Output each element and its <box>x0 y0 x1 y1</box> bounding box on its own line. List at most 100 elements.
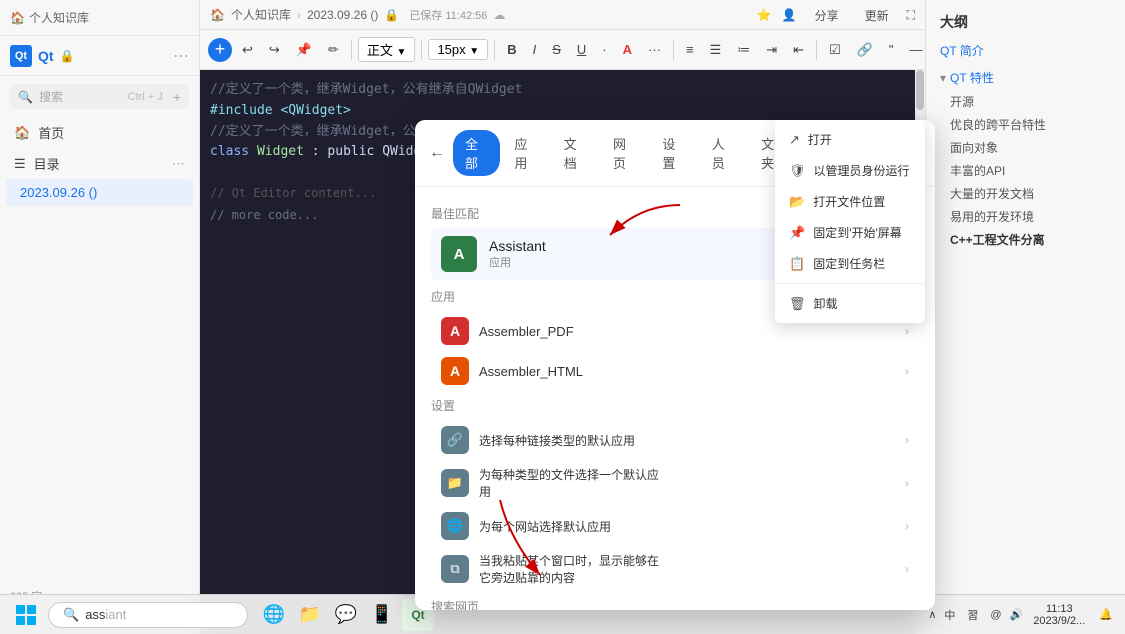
update-btn[interactable]: 更新 <box>857 5 897 26</box>
outline-docs[interactable]: 大量的开发文档 <box>926 182 1125 205</box>
settings-web-icon: 🌐 <box>441 512 469 540</box>
tab-docs[interactable]: 文档 <box>552 130 599 176</box>
home-icon: 🏠 <box>14 125 30 141</box>
taskbar-edge-icon[interactable]: 🌐 <box>258 599 290 631</box>
pin-taskbar-icon: 📋 <box>789 256 805 272</box>
taskbar-explorer-icon[interactable]: 📁 <box>294 599 326 631</box>
tab-people[interactable]: 人员 <box>700 130 747 176</box>
outdent-btn[interactable]: ⇤ <box>787 40 810 60</box>
list2-btn[interactable]: ≔ <box>731 40 756 60</box>
sys-tray-volume[interactable]: 🔊 <box>1010 608 1024 621</box>
taskbar-icons: 🌐 📁 💬 📱 Qt <box>258 599 434 631</box>
context-pin-start[interactable]: 📌 固定到'开始'屏幕 <box>775 217 925 248</box>
context-pin-start-label: 固定到'开始'屏幕 <box>813 224 902 241</box>
context-pin-taskbar-label: 固定到任务栏 <box>813 255 885 272</box>
code-line-1: //定义了一个类，继承Widget，公有继承自QWidget <box>210 80 915 101</box>
start-button[interactable] <box>8 599 44 631</box>
redo-btn[interactable]: ↪ <box>263 40 286 60</box>
context-open[interactable]: ↗ 打开 <box>775 124 925 155</box>
settings-default-apps-links[interactable]: 🔗 选择每种链接类型的默认应用 › <box>431 420 919 460</box>
fontsize-btn[interactable]: 15px ▼ <box>428 39 488 60</box>
scroll-thumb[interactable] <box>916 70 924 110</box>
strike-btn[interactable]: S <box>546 40 567 59</box>
settings-default-apps-files[interactable]: 📁 为每种类型的文件选择一个默认应用 › <box>431 460 919 506</box>
indent-btn[interactable]: ⇥ <box>760 40 783 60</box>
date-label: 2023.09.26 () <box>20 185 97 200</box>
outline-oop[interactable]: 面向对象 <box>926 136 1125 159</box>
context-open-label: 打开 <box>808 131 832 148</box>
style-btn[interactable]: 正文 ▼ <box>358 37 416 62</box>
sys-tray-expand[interactable]: ∧ <box>928 608 936 621</box>
top-right-bar: ⭐ 👤 分享 更新 ⛶ <box>747 0 925 30</box>
outline-richapi[interactable]: 丰富的API <box>926 159 1125 182</box>
tab-all[interactable]: 全部 <box>453 130 500 176</box>
outline-easyenv[interactable]: 易用的开发环境 <box>926 205 1125 228</box>
color-btn[interactable]: A <box>617 40 638 59</box>
win-quad-2 <box>27 605 36 614</box>
notification-btn[interactable]: 🔔 <box>1095 608 1117 621</box>
settings-section-title: 设置 <box>431 397 919 414</box>
sidebar-section-toc[interactable]: ☰ 目录 ⋯ <box>0 148 199 179</box>
tab-web[interactable]: 网页 <box>601 130 648 176</box>
underline-btn[interactable]: U <box>571 40 592 59</box>
home-breadcrumb-icon: 🏠 <box>10 11 25 25</box>
app-assembler-html[interactable]: A Assembler_HTML › <box>431 351 919 391</box>
align-btn[interactable]: ≡ <box>680 40 700 59</box>
more-format-btn[interactable]: ··· <box>642 40 667 59</box>
tab-apps[interactable]: 应用 <box>502 130 549 176</box>
add-btn[interactable]: + <box>208 38 232 62</box>
sidebar-date-item[interactable]: 2023.09.26 () <box>6 179 193 206</box>
search-icon: 🔍 <box>18 90 33 104</box>
arrow-right-1: › <box>905 324 909 338</box>
context-open-location[interactable]: 📂 打开文件位置 <box>775 186 925 217</box>
dot-btn[interactable]: · <box>596 40 612 59</box>
outline-crossplatform[interactable]: 优良的跨平台特性 <box>926 113 1125 136</box>
search-add-icon[interactable]: + <box>173 89 181 105</box>
context-uninstall[interactable]: 🗑 卸载 <box>775 288 925 319</box>
star-btn[interactable]: ⭐ <box>757 8 772 22</box>
taskbar-phone-icon[interactable]: 📱 <box>366 599 398 631</box>
settings-default-apps-web[interactable]: 🌐 为每个网站选择默认应用 › <box>431 506 919 546</box>
outline-cpp[interactable]: C++工程文件分离 <box>926 228 1125 251</box>
outline-qt-features[interactable]: ▾QT 特性 <box>926 65 1125 90</box>
italic-btn[interactable]: I <box>527 40 543 59</box>
toc-more-icon[interactable]: ⋯ <box>172 156 185 172</box>
task-btn[interactable]: ☑ <box>823 40 847 60</box>
bold-btn[interactable]: B <box>501 40 522 59</box>
taskbar-chat-icon[interactable]: 💬 <box>330 599 362 631</box>
pin-btn[interactable]: 📌 <box>290 40 318 60</box>
sys-tray-cn[interactable]: 中 <box>940 607 959 623</box>
sep4 <box>673 40 674 60</box>
outline-opensource[interactable]: 开源 <box>926 90 1125 113</box>
share-btn[interactable]: 分享 <box>807 5 847 26</box>
sys-tray-at[interactable]: @ <box>986 609 1005 621</box>
sidebar-search[interactable]: 🔍 搜索 Ctrl + J + <box>10 84 189 109</box>
sys-tray-lang[interactable]: 習 <box>963 607 982 623</box>
outline-qt-intro[interactable]: QT 简介 <box>926 38 1125 63</box>
context-pin-taskbar[interactable]: 📋 固定到任务栏 <box>775 248 925 279</box>
win-quad-4 <box>27 616 36 625</box>
list-btn[interactable]: ☰ <box>704 40 728 60</box>
settings-snap-window[interactable]: ⧉ 当我粘贴某个窗口时，显示能够在它旁边贴靠的内容 › <box>431 546 919 592</box>
window-icon[interactable]: ⛶ <box>907 8 915 23</box>
link-btn[interactable]: 🔗 <box>851 40 879 60</box>
sep5 <box>816 40 817 60</box>
highlight-btn[interactable]: ✏ <box>322 40 345 60</box>
settings-file-text: 为每种类型的文件选择一个默认应用 <box>479 466 895 500</box>
tab-settings[interactable]: 设置 <box>650 130 697 176</box>
quote-btn[interactable]: " <box>883 40 900 59</box>
user-btn[interactable]: 👤 <box>782 8 797 22</box>
taskbar-search-bar[interactable]: 🔍 assiant <box>48 602 248 628</box>
uninstall-icon: 🗑 <box>789 296 806 312</box>
sys-time[interactable]: 11:13 2023/9/2... <box>1027 603 1091 627</box>
context-run-admin[interactable]: 🛡 以管理员身份运行 <box>775 155 925 186</box>
undo-btn[interactable]: ↩ <box>236 40 259 60</box>
pin-start-icon: 📌 <box>789 225 805 241</box>
search-back-btn[interactable]: ← <box>429 144 445 162</box>
cloud-icon: ☁ <box>493 8 505 22</box>
win-quad-1 <box>16 605 25 614</box>
sidebar-more-btn[interactable]: ⋯ <box>173 46 189 66</box>
sidebar-item-home[interactable]: 🏠 首页 <box>0 117 199 148</box>
breadcrumb-text: 个人知识库 <box>29 9 89 26</box>
right-sidebar: 大纲 QT 简介 ▾QT 特性 开源 优良的跨平台特性 面向对象 丰富的API … <box>925 0 1125 634</box>
